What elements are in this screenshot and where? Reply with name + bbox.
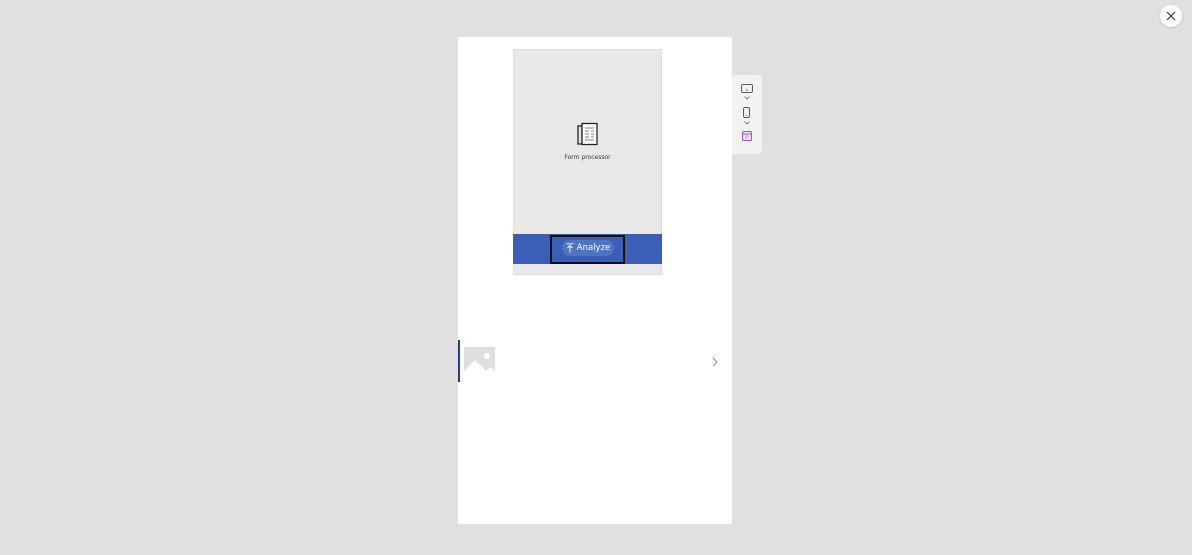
form-document-icon bbox=[577, 122, 598, 146]
calendar-app-icon[interactable] bbox=[742, 131, 752, 141]
phone-portrait-icon[interactable] bbox=[743, 107, 750, 118]
close-icon bbox=[1166, 11, 1176, 21]
form-preview-screen: Form processor Analyze bbox=[513, 49, 662, 275]
app-preview-panel: Form processor Analyze bbox=[458, 37, 732, 524]
chevron-down-icon[interactable] bbox=[744, 121, 750, 125]
row-selection-indicator bbox=[458, 340, 460, 382]
chevron-down-icon[interactable] bbox=[744, 96, 750, 100]
image-placeholder-icon bbox=[464, 347, 495, 378]
action-bar: Analyze bbox=[513, 234, 662, 264]
list-item[interactable] bbox=[458, 340, 732, 382]
analyze-button[interactable]: Analyze bbox=[562, 240, 614, 256]
tablet-landscape-icon[interactable] bbox=[741, 84, 753, 93]
close-button[interactable] bbox=[1160, 5, 1182, 27]
upload-arrow-icon bbox=[566, 243, 574, 253]
chevron-right-icon[interactable] bbox=[711, 357, 719, 367]
device-toolbar bbox=[732, 75, 762, 154]
form-processor-label: Form processor bbox=[564, 154, 611, 161]
analyze-button-label: Analyze bbox=[576, 243, 611, 253]
